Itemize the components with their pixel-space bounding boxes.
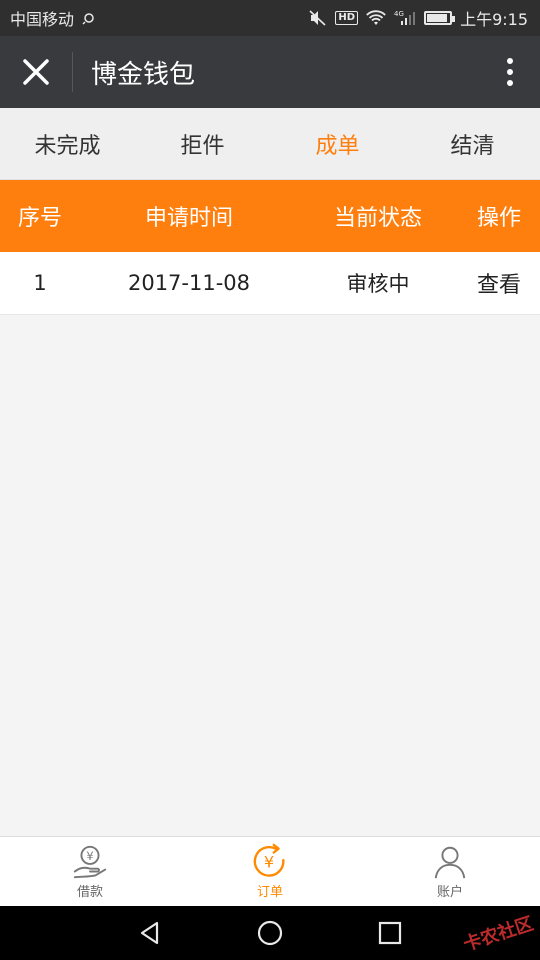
system-nav-bar	[0, 906, 540, 960]
order-tabs: 未完成 拒件 成单 结清	[0, 108, 540, 180]
row-index: 1	[33, 271, 47, 295]
recents-square-icon	[378, 921, 402, 945]
tab-settled[interactable]: 结清	[405, 108, 540, 179]
app-bar: 博金钱包	[0, 36, 540, 108]
nav-item-account[interactable]: 账户	[360, 837, 540, 906]
carrier-label: 中国移动	[10, 10, 75, 29]
back-triangle-icon	[140, 921, 159, 945]
home-button[interactable]	[250, 913, 290, 953]
mute-icon	[309, 10, 327, 26]
column-header-index: 序号	[17, 206, 62, 231]
row-status: 审核中	[346, 272, 410, 296]
battery-fill	[427, 14, 447, 22]
row-date: 2017-11-08	[127, 271, 251, 295]
loan-hand-icon: ¥	[73, 845, 107, 879]
view-button[interactable]: 查看	[458, 252, 540, 314]
table-header: 序号 申请时间 当前状态 操作	[0, 180, 540, 252]
tab-completed[interactable]: 成单	[270, 108, 405, 179]
nfc-icon	[82, 11, 96, 25]
header-divider	[72, 52, 73, 92]
back-button[interactable]	[130, 913, 170, 953]
column-header-action: 操作	[476, 206, 521, 231]
nav-label-loan: 借款	[76, 885, 103, 900]
tab-unfinished[interactable]: 未完成	[0, 108, 135, 179]
nav-label-account: 账户	[436, 885, 463, 900]
wifi-icon	[366, 10, 386, 26]
table-row: 1 2017-11-08 审核中 查看	[0, 252, 540, 315]
network-type-label: 4G	[394, 10, 404, 18]
nav-item-loan[interactable]: ¥ 借款	[0, 837, 180, 906]
close-icon	[23, 59, 49, 85]
column-header-status: 当前状态	[333, 206, 422, 231]
more-button[interactable]	[480, 36, 540, 108]
svg-text:¥: ¥	[264, 853, 274, 872]
close-button[interactable]	[0, 36, 72, 108]
nav-item-orders[interactable]: ¥ 订单	[180, 837, 360, 906]
tab-rejected[interactable]: 拒件	[135, 108, 270, 179]
clock: 上午9:15	[460, 10, 528, 29]
more-vertical-icon	[507, 58, 513, 86]
recents-button[interactable]	[370, 913, 410, 953]
page-title: 博金钱包	[91, 59, 196, 90]
hd-badge: HD	[335, 11, 359, 25]
column-header-date: 申请时间	[144, 206, 233, 231]
user-icon	[434, 846, 466, 879]
battery-icon	[424, 11, 456, 25]
home-circle-icon	[257, 920, 283, 946]
svg-text:¥: ¥	[86, 849, 93, 863]
bottom-nav: ¥ 借款 ¥ 订单 账户	[0, 836, 540, 906]
signal-icon: 4G	[394, 10, 416, 26]
yuan-refresh-icon: ¥	[253, 843, 285, 877]
status-bar: 中国移动 HD 4G 上午9:15	[0, 0, 540, 36]
nav-label-orders: 订单	[256, 885, 283, 900]
